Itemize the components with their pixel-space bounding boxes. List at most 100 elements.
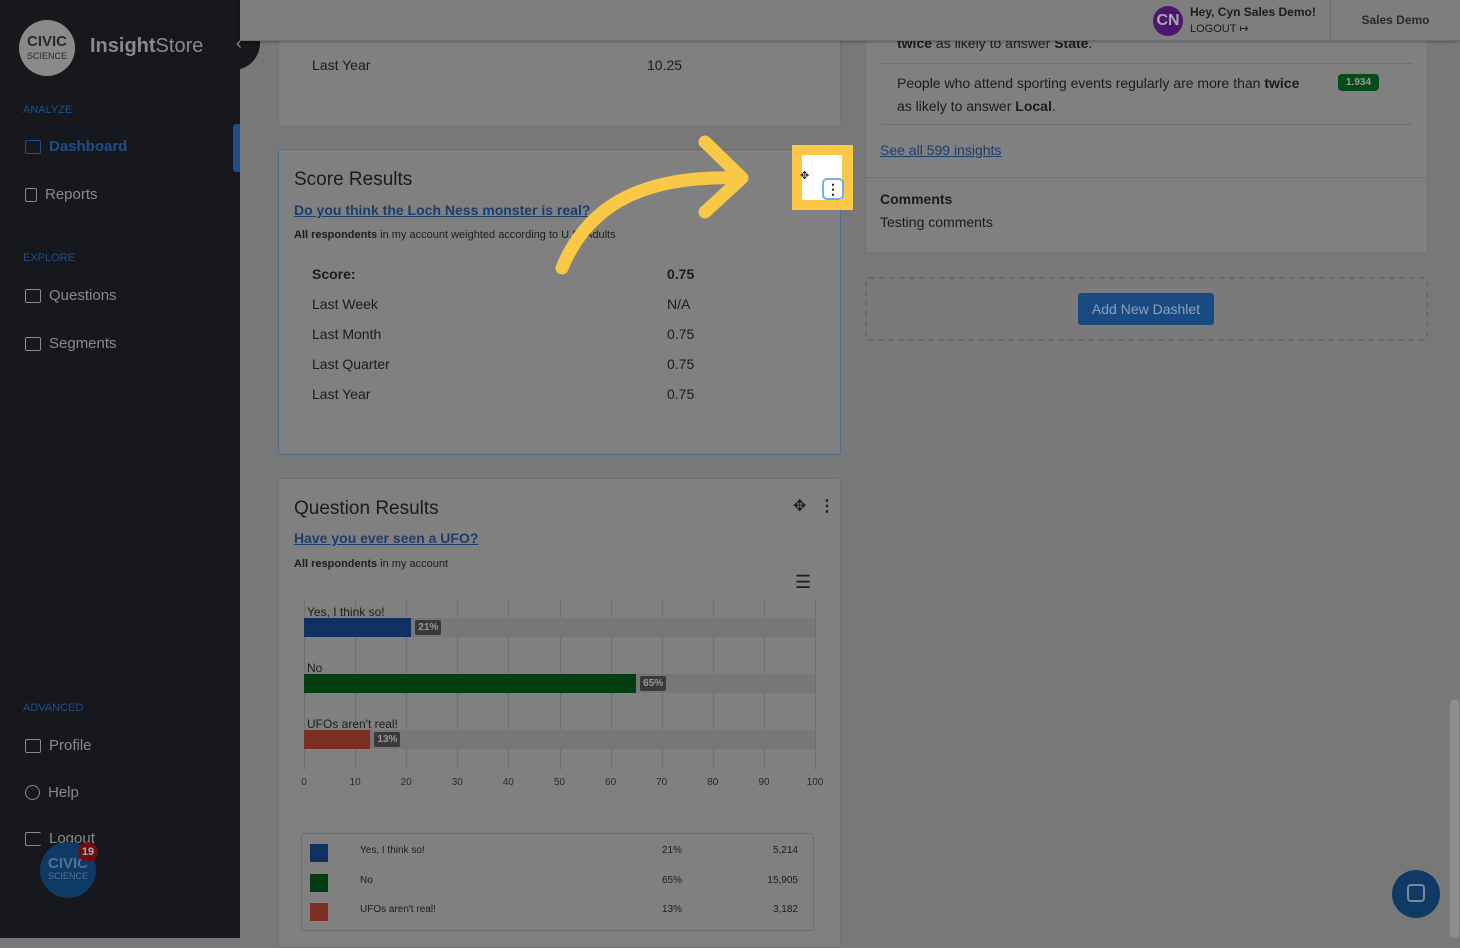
row-label: Last Year — [312, 57, 371, 73]
add-new-dashlet-button[interactable]: Add New Dashlet — [1078, 293, 1214, 325]
widget-logo-subtext: SCIENCE — [47, 871, 88, 881]
bar — [304, 730, 371, 749]
bar-data-label: 65% — [640, 676, 667, 691]
x-tick-label: 10 — [349, 777, 361, 788]
x-tick-label: 70 — [656, 777, 668, 788]
bar-data-label: 21% — [415, 620, 442, 635]
row-label: Last Month — [312, 326, 382, 342]
text: People who attend sporting events regula… — [897, 75, 1265, 91]
segments-icon — [25, 336, 41, 351]
text: as likely to answer — [897, 98, 1016, 114]
sidebar-item-dashboard[interactable]: Dashboard — [25, 138, 127, 155]
category-label: No — [307, 661, 323, 675]
bar-data-label: 13% — [374, 732, 401, 747]
profile-card-icon — [25, 738, 41, 753]
legend-count: 5,214 — [772, 845, 798, 856]
x-tick-label: 30 — [451, 777, 463, 788]
row-label: Last Year — [312, 386, 371, 402]
bar — [304, 618, 412, 637]
move-icon[interactable]: ✥ — [793, 496, 806, 516]
tutorial-arrow-icon — [555, 135, 749, 275]
kebab-menu-icon[interactable]: ⋮ — [819, 496, 835, 516]
report-icon — [25, 187, 37, 202]
sidebar-item-reports[interactable]: Reports — [25, 186, 98, 203]
category-label: Yes, I think so! — [307, 605, 385, 619]
legend-label: No — [360, 875, 373, 886]
sidebar-item-label: Help — [48, 784, 79, 801]
section-advanced: ADVANCED — [23, 702, 84, 714]
legend-percent: 65% — [662, 875, 683, 886]
dashboard-icon — [25, 139, 41, 154]
dashlet-title: Question Results — [294, 498, 439, 519]
section-analyze: ANALYZE — [23, 104, 73, 116]
sidebar-item-segments[interactable]: Segments — [25, 335, 117, 352]
row-label: Last Quarter — [312, 356, 390, 372]
notification-badge: 19 — [78, 842, 98, 862]
logout-link[interactable]: LOGOUT ↦ — [1190, 22, 1249, 35]
see-all-insights-link[interactable]: See all 599 insights — [880, 142, 1001, 158]
kebab-menu-icon[interactable]: ⋮ — [822, 178, 844, 200]
x-tick-label: 40 — [502, 777, 514, 788]
greeting: Hey, Cyn Sales Demo! — [1190, 5, 1316, 19]
legend-swatch — [310, 844, 328, 862]
sidebar: CIVIC SCIENCE InsightStore ANALYZE Dashbo… — [0, 0, 240, 938]
account-switcher[interactable]: Sales Demo — [1330, 0, 1460, 41]
logout-icon — [25, 831, 41, 846]
sidebar-item-help[interactable]: Help — [25, 784, 79, 801]
section-explore: EXPLORE — [23, 252, 75, 264]
chart-menu-icon[interactable]: ☰ — [795, 572, 811, 593]
comments-text: Testing comments — [880, 214, 993, 230]
brand-name: InsightStore — [90, 35, 203, 58]
row-value: 0.75 — [667, 326, 695, 342]
x-tick-label: 100 — [806, 777, 824, 788]
category-label: UFOs aren't real! — [307, 717, 398, 731]
highlight-window: ✥ ⋮ — [800, 155, 844, 200]
desc-bold: All respondents — [294, 558, 378, 570]
gridline — [815, 600, 816, 770]
row-value: 0.75 — [667, 356, 695, 372]
x-tick-label: 50 — [553, 777, 566, 788]
sidebar-item-label: Segments — [49, 335, 117, 352]
logo-text: CIVIC — [26, 33, 67, 50]
insight-score-badge: 1.934 — [1338, 74, 1380, 91]
x-tick-label: 20 — [400, 777, 412, 788]
insights-dashlet: twice as likely to answer State. People … — [865, 20, 1428, 253]
sidebar-item-label: Dashboard — [49, 138, 128, 155]
legend-swatch — [310, 903, 328, 921]
legend-label: UFOs aren't real! — [360, 904, 436, 915]
x-tick-label: 90 — [758, 777, 770, 788]
insight-item: People who attend sporting events regula… — [897, 75, 1300, 114]
sidebar-item-questions[interactable]: Questions — [25, 287, 117, 304]
desc-bold: All respondents — [294, 229, 378, 241]
divider — [882, 63, 1412, 64]
divider — [882, 124, 1412, 125]
logout-icon: ↦ — [1239, 23, 1249, 35]
move-icon[interactable]: ✥ — [800, 169, 809, 182]
chat-icon — [1407, 884, 1425, 902]
row-value: 10.25 — [647, 57, 683, 73]
legend-percent: 21% — [662, 845, 683, 856]
question-icon — [25, 288, 41, 303]
legend-label: Yes, I think so! — [360, 845, 425, 856]
top-bar: CN Hey, Cyn Sales Demo! LOGOUT ↦ Sales D… — [240, 0, 1460, 41]
x-tick-label: 0 — [301, 777, 307, 788]
x-tick-label: 80 — [707, 777, 719, 788]
legend-swatch — [310, 874, 328, 892]
scrollbar-thumb[interactable] — [1450, 700, 1459, 938]
bold-text: twice — [1264, 75, 1300, 91]
sidebar-item-label: Profile — [49, 737, 92, 754]
civic-science-logo[interactable]: CIVIC SCIENCE — [19, 20, 75, 76]
logout-label: LOGOUT — [1190, 23, 1237, 35]
respondents-desc: All respondents in my account — [294, 558, 448, 570]
bold-text: Local — [1015, 98, 1052, 114]
divider — [866, 177, 1427, 178]
avatar: CN — [1153, 6, 1183, 36]
sidebar-item-profile[interactable]: Profile — [25, 737, 92, 754]
x-tick-label: 60 — [605, 777, 617, 788]
sidebar-item-label: Questions — [49, 287, 117, 304]
row-label: Score: — [312, 266, 356, 282]
chat-button[interactable] — [1392, 870, 1440, 918]
active-indicator — [233, 124, 240, 172]
question-link[interactable]: Have you ever seen a UFO? — [294, 530, 478, 546]
desc-text: in my account — [377, 558, 449, 570]
